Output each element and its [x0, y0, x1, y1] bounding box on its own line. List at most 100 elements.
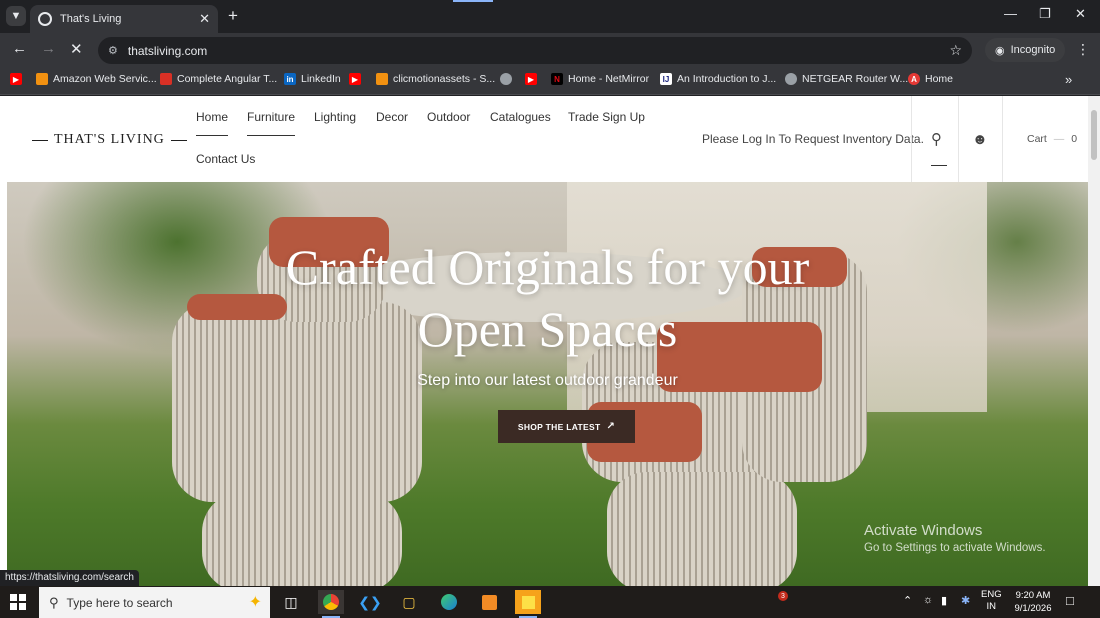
globe-icon: [500, 73, 512, 85]
hero-title: Crafted Originals for your Open Spaces: [7, 236, 1088, 360]
bookmark-youtube[interactable]: ▶: [349, 73, 366, 85]
taskbar-search-box[interactable]: ⚲ Type here to search ✦: [39, 587, 270, 618]
bluetooth-icon[interactable]: ✱: [961, 594, 970, 607]
sticky-notes-icon[interactable]: [515, 590, 541, 618]
bookmark-item[interactable]: N Home - NetMirror: [551, 73, 649, 85]
bookmark-item[interactable]: Complete Angular T...: [160, 73, 277, 85]
browser-menu-icon[interactable]: ⋮: [1076, 41, 1090, 58]
aws-icon: [376, 73, 388, 85]
header-divider: [1002, 96, 1003, 182]
ij-icon: IJ: [660, 73, 672, 85]
window-close-icon[interactable]: ✕: [1075, 6, 1086, 22]
tab-strip: ▼ o That's Living ✕ + — ❐ ✕: [0, 0, 1100, 33]
tab-title: That's Living: [60, 13, 122, 25]
loading-indicator: [453, 0, 493, 2]
bookmark-item[interactable]: A Home: [908, 73, 953, 85]
nav-lighting[interactable]: Lighting: [314, 110, 356, 124]
bookmark-youtube[interactable]: ▶: [525, 73, 542, 85]
edge-icon[interactable]: [436, 590, 462, 614]
notification-center-icon[interactable]: □: [1066, 593, 1074, 608]
cart-dash: —: [1053, 133, 1065, 145]
bookmark-item[interactable]: clicmotionassets - S...: [376, 73, 495, 85]
bookmark-globe[interactable]: [500, 73, 517, 85]
nav-furniture[interactable]: Furniture: [247, 110, 296, 136]
lang-code: ENG: [981, 589, 1002, 600]
site-logo[interactable]: THAT'S LIVING: [26, 132, 193, 148]
taskbar-clock[interactable]: 9:20 AM 9/1/2026: [1010, 589, 1056, 615]
bookmarks-overflow-icon[interactable]: »: [1065, 72, 1072, 87]
nav-outdoor[interactable]: Outdoor: [427, 110, 470, 124]
sublime-text-icon[interactable]: [476, 590, 502, 614]
battery-icon[interactable]: ▮: [941, 594, 947, 607]
tab-search-chevron-icon[interactable]: ▼: [6, 6, 26, 26]
incognito-label: Incognito: [1010, 44, 1056, 56]
scrollbar-thumb[interactable]: [1091, 110, 1097, 160]
bookmark-item[interactable]: IJ An Introduction to J...: [660, 73, 776, 85]
shop-the-latest-button[interactable]: SHOP THE LATEST ↗: [498, 410, 635, 443]
link-status-bubble: https://thatsliving.com/search: [0, 570, 139, 586]
header-divider: [958, 96, 959, 182]
youtube-icon: ▶: [10, 73, 22, 85]
vscode-icon[interactable]: ❮❯: [357, 590, 383, 614]
cart-label: Cart: [1027, 133, 1047, 145]
netflix-icon: N: [551, 73, 563, 85]
web-page: THAT'S LIVING Home Furniture Lighting De…: [0, 96, 1100, 586]
lang-region: IN: [986, 601, 997, 612]
chrome-icon[interactable]: [318, 590, 344, 618]
arrow-up-right-icon: ↗: [606, 421, 616, 432]
browser-toolbar: ← → ✕ ⚙ thatsliving.com ☆ ◉ Incognito ⋮: [0, 33, 1100, 67]
taskbar-search-placeholder: Type here to search: [66, 595, 173, 610]
nav-home[interactable]: Home: [196, 110, 229, 136]
user-account-icon[interactable]: ☻: [972, 131, 988, 148]
bookmark-label: Home: [925, 73, 954, 85]
back-arrow-icon[interactable]: ←: [12, 40, 27, 57]
tab-close-icon[interactable]: ✕: [199, 11, 210, 27]
search-highlight-icon: ✦: [248, 594, 262, 611]
bookmark-label: NETGEAR Router W...: [802, 73, 909, 85]
bookmark-label: clicmotionassets - S...: [393, 73, 496, 85]
nav-catalogues[interactable]: Catalogues: [490, 110, 551, 124]
url-text: thatsliving.com: [127, 43, 208, 58]
watermark-line-2: Go to Settings to activate Windows.: [864, 542, 1046, 554]
bookmark-label: LinkedIn: [301, 73, 341, 85]
bookmark-item[interactable]: Amazon Web Servic...: [36, 73, 157, 85]
task-view-icon[interactable]: ◫: [278, 590, 304, 614]
minimize-icon[interactable]: —: [1004, 6, 1017, 21]
hero-chair-base-image: [202, 492, 402, 586]
inventory-login-note[interactable]: Please Log In To Request Inventory Data.: [702, 132, 924, 146]
incognito-indicator[interactable]: ◉ Incognito: [985, 38, 1066, 62]
tray-overflow-chevron-icon[interactable]: ⌃: [903, 594, 912, 607]
activate-windows-watermark: Activate Windows Go to Settings to activ…: [864, 522, 1046, 554]
tab-thats-living[interactable]: o That's Living ✕: [30, 5, 218, 33]
restore-icon[interactable]: ❐: [1039, 6, 1051, 22]
nav-contact-us[interactable]: Contact Us: [196, 152, 255, 166]
page-scrollbar[interactable]: [1088, 96, 1100, 586]
bookmark-youtube[interactable]: ▶: [10, 73, 27, 85]
hero-banner: Crafted Originals for your Open Spaces S…: [7, 182, 1088, 586]
cart-link[interactable]: Cart — 0: [1027, 133, 1077, 145]
nav-decor[interactable]: Decor: [376, 110, 408, 124]
input-language[interactable]: ENG IN: [981, 589, 1002, 613]
stop-loading-icon[interactable]: ✕: [70, 40, 83, 58]
windows-start-icon[interactable]: [10, 594, 26, 610]
hero-title-line-1: Crafted Originals for your: [285, 239, 810, 295]
logo-rule-right: [170, 139, 187, 141]
search-icon[interactable]: ⚲: [931, 130, 942, 148]
bookmark-star-icon[interactable]: ☆: [949, 42, 962, 59]
watermark-line-1: Activate Windows: [864, 522, 983, 539]
address-bar[interactable]: ⚙ thatsliving.com ☆: [98, 37, 972, 64]
new-tab-plus-icon[interactable]: +: [228, 6, 238, 26]
header-divider: [911, 96, 912, 182]
site-info-icon[interactable]: ⚙: [108, 44, 118, 57]
bookmark-item[interactable]: NETGEAR Router W...: [785, 73, 908, 85]
network-icon[interactable]: ☼: [923, 594, 933, 606]
search-underline: [931, 165, 947, 166]
cart-count: 0: [1071, 133, 1078, 145]
aws-icon: [36, 73, 48, 85]
incognito-icon: ◉: [995, 44, 1005, 57]
forward-arrow-icon[interactable]: →: [41, 40, 56, 57]
file-explorer-icon[interactable]: ▢: [396, 590, 422, 614]
notification-badge: 3: [778, 591, 788, 601]
nav-trade-sign-up[interactable]: Trade Sign Up: [568, 110, 645, 124]
bookmark-item[interactable]: in LinkedIn: [284, 73, 341, 85]
